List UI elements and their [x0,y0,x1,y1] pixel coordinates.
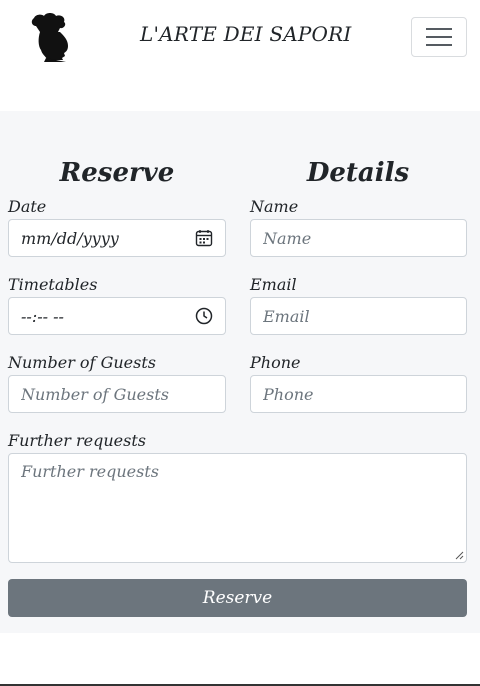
clock-icon[interactable] [195,307,213,325]
phone-field[interactable] [250,375,467,413]
requests-field[interactable] [8,453,467,563]
name-label: Name [250,197,299,216]
requests-label: Further requests [8,431,146,450]
phone-label: Phone [250,353,301,372]
email-label: Email [250,275,297,294]
hamburger-icon [426,28,452,30]
brand-title[interactable]: L'ARTE DEI SAPORI [140,22,351,46]
calendar-icon[interactable] [195,229,213,247]
time-value: --:-- -- [21,306,64,326]
email-input[interactable] [263,306,454,326]
name-input[interactable] [263,228,454,248]
guests-field[interactable] [8,375,226,413]
reserve-button[interactable]: Reserve [8,579,467,617]
chef-head-logo[interactable] [28,12,74,62]
email-field[interactable] [250,297,467,335]
reserve-heading: Reserve [59,158,175,188]
guests-input[interactable] [21,384,213,404]
details-heading: Details [306,158,410,188]
date-value: mm/dd/yyyy [21,228,119,248]
requests-textarea[interactable] [21,462,454,554]
name-field[interactable] [250,219,467,257]
navbar: L'ARTE DEI SAPORI [0,0,480,111]
date-input[interactable]: mm/dd/yyyy [8,219,226,257]
phone-input[interactable] [263,384,454,404]
guests-label: Number of Guests [8,353,156,372]
time-input[interactable]: --:-- -- [8,297,226,335]
navbar-toggler-button[interactable] [411,17,467,57]
resize-grip-icon[interactable] [454,550,464,560]
time-label: Timetables [8,275,98,294]
date-label: Date [8,197,47,216]
